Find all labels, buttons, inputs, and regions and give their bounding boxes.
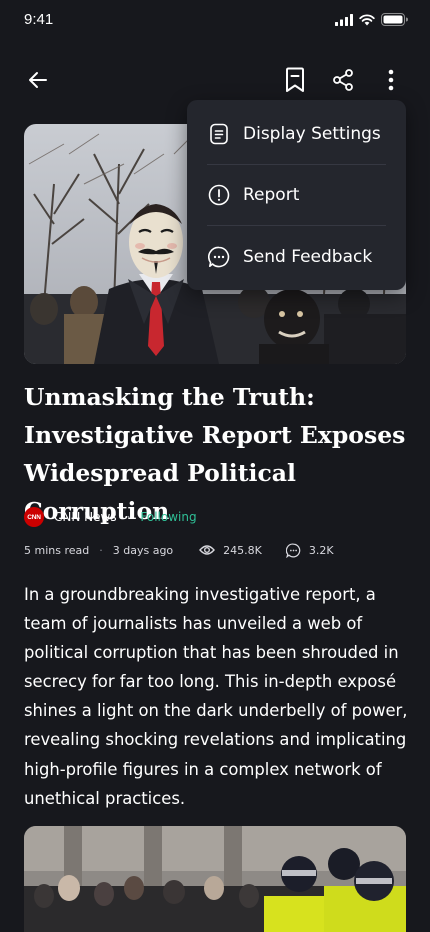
source-logo[interactable]: CNN xyxy=(24,507,44,527)
body-line: revealing shocking revelations and impli… xyxy=(24,730,407,750)
status-icons xyxy=(335,13,408,26)
article-top-bar xyxy=(0,60,430,104)
body-line: secrecy for far too long. This in-depth … xyxy=(24,672,397,692)
body-line: shines a light on the dark underbelly of… xyxy=(24,701,408,721)
share-icon xyxy=(333,69,353,91)
status-bar: 9:41 xyxy=(0,0,430,44)
more-vertical-icon xyxy=(388,69,394,91)
comment-icon xyxy=(285,543,301,558)
chat-bubble-icon xyxy=(207,245,231,269)
body-line: In a groundbreaking investigative report… xyxy=(24,585,376,604)
share-button[interactable] xyxy=(323,60,363,100)
comments-value: 3.2K xyxy=(308,543,334,557)
posted-time: 3 days ago xyxy=(112,543,174,557)
menu-item-display-settings[interactable]: Display Settings xyxy=(207,104,386,165)
separator-dot: · xyxy=(99,543,103,557)
follow-button[interactable]: Following xyxy=(140,510,196,524)
body-line: unethical practices. xyxy=(24,788,186,808)
separator-dot: · xyxy=(126,510,131,524)
bookmark-icon xyxy=(286,67,304,92)
comments-count[interactable]: 3.2K xyxy=(285,543,334,558)
menu-item-label: Report xyxy=(243,185,300,205)
battery-icon xyxy=(381,13,408,26)
body-line: high-profile figures in a complex networ… xyxy=(24,759,382,779)
menu-item-label: Display Settings xyxy=(243,124,381,144)
body-line: political corruption that has been shrou… xyxy=(24,643,399,663)
status-time: 9:41 xyxy=(24,11,54,28)
title-line: Unmasking the Truth: xyxy=(24,383,315,411)
cellular-signal-icon xyxy=(335,13,353,26)
source-name[interactable]: CNN News xyxy=(54,510,117,524)
wifi-icon xyxy=(359,13,375,25)
read-time: 5 mins read xyxy=(24,543,90,557)
bookmark-button[interactable] xyxy=(275,60,315,100)
menu-item-send-feedback[interactable]: Send Feedback xyxy=(207,226,386,287)
menu-item-report[interactable]: Report xyxy=(207,165,386,226)
more-options-menu: Display Settings Report Send Feedback xyxy=(187,100,406,290)
body-line: team of journalists has unveiled a web o… xyxy=(24,614,363,634)
alert-circle-icon xyxy=(207,183,231,207)
menu-item-label: Send Feedback xyxy=(243,246,373,267)
article-body: In a groundbreaking investigative report… xyxy=(24,580,408,813)
views-value: 245.8K xyxy=(223,543,262,557)
eye-icon xyxy=(199,545,216,555)
views-count: 245.8K xyxy=(199,544,262,557)
arrow-left-icon xyxy=(29,72,47,88)
more-options-button[interactable] xyxy=(371,60,411,100)
back-button[interactable] xyxy=(18,60,58,100)
title-line: Investigative Report Exposes xyxy=(24,421,406,449)
document-icon xyxy=(207,122,231,146)
article-image-2 xyxy=(24,826,406,932)
source-row: CNN CNN News · Following xyxy=(24,506,197,528)
article-meta: 5 mins read · 3 days ago 245.8K 3.2K xyxy=(24,540,334,560)
